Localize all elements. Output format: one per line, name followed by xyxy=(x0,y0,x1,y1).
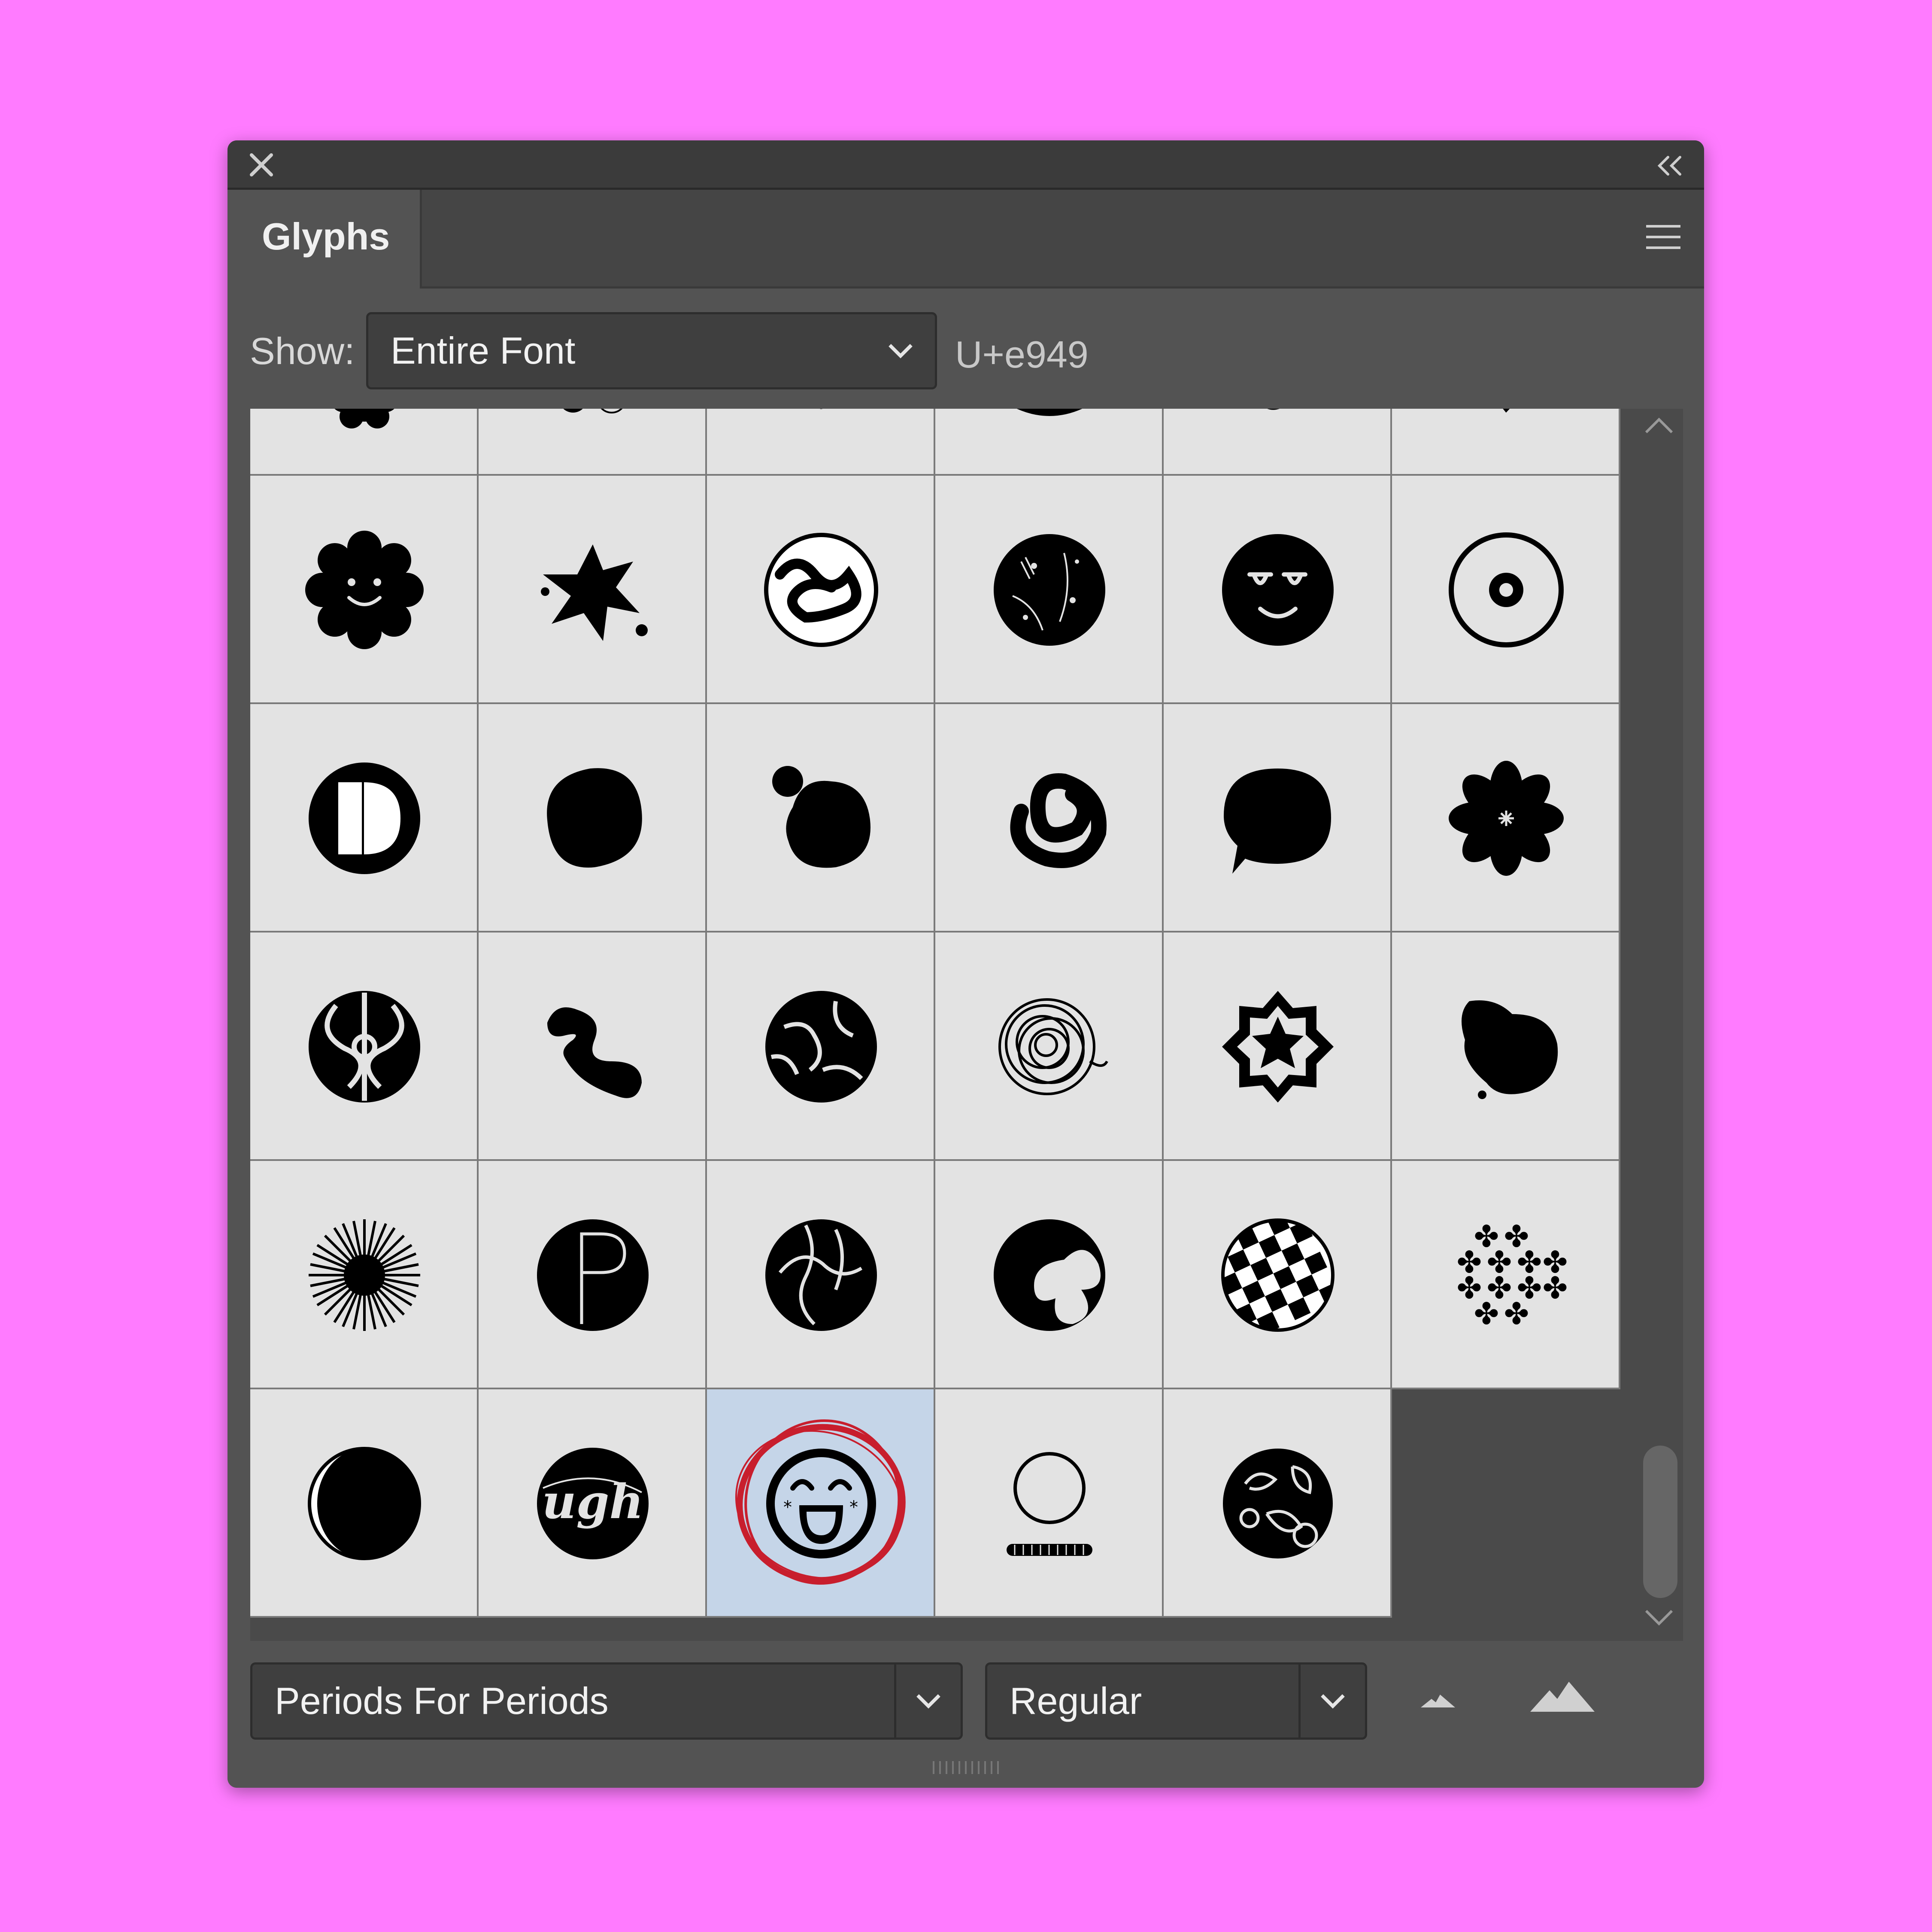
glyph-splat-blob[interactable] xyxy=(707,704,935,933)
glyph-target-ring[interactable] xyxy=(1392,476,1620,704)
tab-strip: Glyphs xyxy=(227,190,1704,289)
show-dropdown-value: Entire Font xyxy=(391,329,576,372)
glyph-p-circle[interactable] xyxy=(479,1161,707,1389)
glyphs-panel: Glyphs Show: Entire Font U+e949 ✤ ✤ ✤ ✤ … xyxy=(227,140,1704,1788)
glyph-d-circle[interactable] xyxy=(250,704,479,933)
zoom-in-icon[interactable] xyxy=(1528,1675,1597,1718)
glyph-flower-smile[interactable] xyxy=(250,476,479,704)
unicode-value: U+e949 xyxy=(955,333,1089,376)
svg-text:✤: ✤ xyxy=(1504,1296,1529,1331)
close-icon[interactable] xyxy=(246,150,276,180)
glyph-squiggle-circle[interactable] xyxy=(707,476,935,704)
svg-text:*: * xyxy=(849,1498,858,1517)
glyph-rose-circle[interactable] xyxy=(1164,1389,1392,1618)
tab-glyphs[interactable]: Glyphs xyxy=(227,190,422,289)
chevron-down-icon xyxy=(916,1694,940,1709)
glyph-daisy[interactable] xyxy=(1392,704,1620,933)
glyph-petal-circle[interactable] xyxy=(707,1161,935,1389)
glyph-crescent-moon[interactable] xyxy=(250,1389,479,1618)
glyph-ornate-pattern[interactable] xyxy=(250,933,479,1161)
glyph-cracked-circle[interactable] xyxy=(707,933,935,1161)
glyph-wavy-z[interactable] xyxy=(479,933,707,1161)
glyph-cell-partial[interactable] xyxy=(1164,409,1392,476)
glyph-ugh-circle[interactable]: ugh xyxy=(479,1389,707,1618)
glyph-ink-blot[interactable] xyxy=(1392,933,1620,1161)
dropdown-divider xyxy=(894,1665,896,1738)
glyph-speech-bubble[interactable] xyxy=(1164,704,1392,933)
font-style-value: Regular xyxy=(1010,1680,1142,1722)
show-label: Show: xyxy=(250,330,355,372)
panel-menu-icon[interactable] xyxy=(1644,222,1683,252)
glyph-cell-partial[interactable] xyxy=(250,409,479,476)
glyph-x-circle[interactable] xyxy=(935,1161,1164,1389)
glyph-scribble-knot[interactable] xyxy=(935,704,1164,933)
font-family-value: Periods For Periods xyxy=(275,1680,609,1722)
collapse-panel-icon[interactable] xyxy=(1653,151,1687,181)
svg-text:*: * xyxy=(783,1498,792,1517)
svg-text:✤: ✤ xyxy=(1474,1296,1499,1331)
glyph-star-badge[interactable] xyxy=(1164,933,1392,1161)
glyph-laughing-face-selected[interactable]: * * xyxy=(707,1389,935,1618)
show-dropdown[interactable]: Entire Font xyxy=(366,312,937,389)
glyph-starburst[interactable] xyxy=(250,1161,479,1389)
glyph-floral-circle[interactable] xyxy=(935,476,1164,704)
panel-titlebar xyxy=(227,140,1704,190)
glyph-scribble-ball[interactable] xyxy=(935,933,1164,1161)
dropdown-divider xyxy=(1298,1665,1301,1738)
glyph-paint-splat[interactable] xyxy=(479,476,707,704)
glyph-cell-partial[interactable] xyxy=(1392,409,1620,476)
scroll-down-icon xyxy=(1645,1610,1673,1626)
glyph-cell-partial[interactable] xyxy=(707,409,935,476)
glyph-checker-sphere[interactable] xyxy=(1164,1161,1392,1389)
svg-text:✤: ✤ xyxy=(1543,1270,1568,1306)
glyph-sleepy-face[interactable] xyxy=(1164,476,1392,704)
tab-glyphs-label: Glyphs xyxy=(262,215,390,258)
glyph-cell-partial[interactable] xyxy=(479,409,707,476)
chevron-down-icon xyxy=(889,344,913,358)
glyph-grid: ✤ ✤ ✤ ✤ ✤ ✤ ✤ ✤ ✤ ✤ ✤ ✤ ugh * * xyxy=(250,409,1683,1643)
glyph-flower-cluster[interactable]: ✤ ✤ ✤ ✤ ✤ ✤ ✤ ✤ ✤ ✤ ✤ ✤ xyxy=(1392,1161,1620,1389)
font-style-dropdown[interactable]: Regular xyxy=(985,1662,1367,1740)
chevron-down-icon xyxy=(1321,1694,1345,1709)
font-family-dropdown[interactable]: Periods For Periods xyxy=(250,1662,963,1740)
scroll-up-icon xyxy=(1645,417,1673,434)
resize-grip-icon[interactable] xyxy=(929,1759,1002,1776)
glyph-rough-blob[interactable] xyxy=(479,704,707,933)
glyph-ring-with-base[interactable] xyxy=(935,1389,1164,1618)
glyph-cell-partial[interactable] xyxy=(935,409,1164,476)
scrollbar-thumb[interactable] xyxy=(1643,1446,1677,1598)
zoom-out-icon[interactable] xyxy=(1416,1682,1459,1716)
